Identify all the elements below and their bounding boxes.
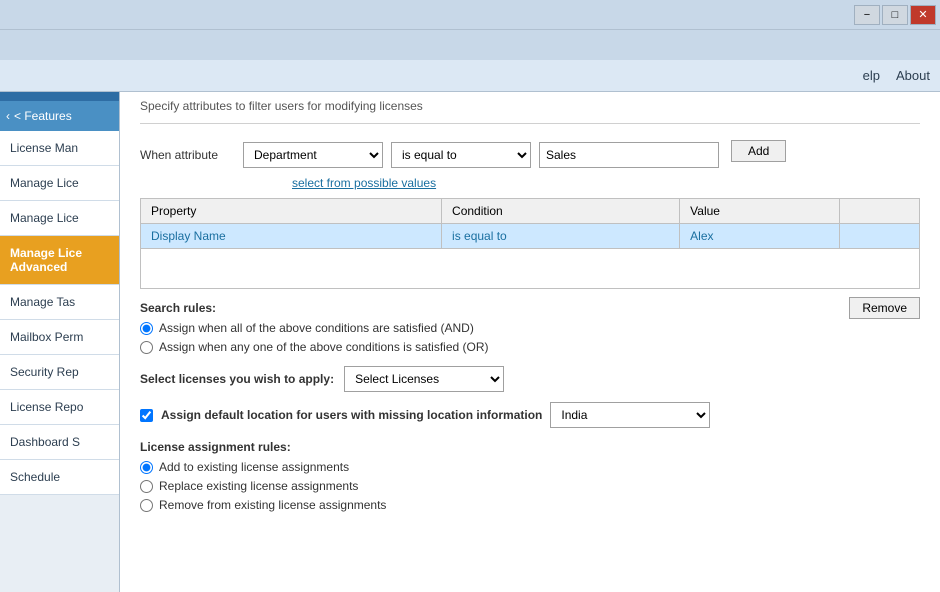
radio-replace[interactable] xyxy=(140,480,153,493)
location-checkbox[interactable] xyxy=(140,409,153,422)
title-bar: − □ ✕ xyxy=(0,0,940,30)
radio-or-label: Assign when any one of the above conditi… xyxy=(159,340,489,354)
features-button[interactable]: ‹ < Features xyxy=(0,101,119,131)
location-select[interactable]: India United States United Kingdom Germa… xyxy=(550,402,710,428)
attribute-row: When attribute Department Display Name C… xyxy=(140,140,920,170)
dialog-content: Search Attributes Specify attributes to … xyxy=(120,62,940,592)
license-row: Select licenses you wish to apply: Selec… xyxy=(140,366,920,392)
table-empty-row xyxy=(141,249,920,289)
radio-remove-existing[interactable] xyxy=(140,499,153,512)
radio-or[interactable] xyxy=(140,341,153,354)
location-checkbox-row: Assign default location for users with m… xyxy=(140,402,920,428)
add-button[interactable]: Add xyxy=(731,140,786,162)
radio-replace-label: Replace existing license assignments xyxy=(159,479,358,493)
radio-add-row: Add to existing license assignments xyxy=(140,460,920,474)
cell-extra xyxy=(840,224,920,249)
license-select[interactable]: Select Licenses xyxy=(344,366,504,392)
location-checkbox-label: Assign default location for users with m… xyxy=(161,408,542,422)
minimize-button[interactable]: − xyxy=(854,5,880,25)
radio-and-label: Assign when all of the above conditions … xyxy=(159,321,474,335)
restore-button[interactable]: □ xyxy=(882,5,908,25)
main-layout: Exchange Onlin ‹ < Features License Man … xyxy=(0,62,940,592)
value-input[interactable] xyxy=(539,142,719,168)
sidebar-item-manage-tas[interactable]: Manage Tas xyxy=(0,285,119,320)
sidebar-item-license-man[interactable]: License Man xyxy=(0,131,119,166)
close-button[interactable]: ✕ xyxy=(910,5,936,25)
col-condition: Condition xyxy=(442,199,680,224)
table-row[interactable]: Display Name is equal to Alex xyxy=(141,224,920,249)
when-attribute-label: When attribute xyxy=(140,148,235,162)
col-property: Property xyxy=(141,199,442,224)
table-container: Property Condition Value Display Name is… xyxy=(140,198,920,289)
nav-help[interactable]: elp xyxy=(863,68,880,83)
remove-button[interactable]: Remove xyxy=(849,297,920,319)
select-licenses-label: Select licenses you wish to apply: xyxy=(140,372,334,386)
sidebar-item-dashboard-s[interactable]: Dashboard S xyxy=(0,425,119,460)
cell-condition: is equal to xyxy=(442,224,680,249)
radio-or-row: Assign when any one of the above conditi… xyxy=(140,340,920,354)
empty-cell xyxy=(141,249,920,289)
condition-select[interactable]: is equal to is not equal to starts with … xyxy=(391,142,531,168)
nav-about[interactable]: About xyxy=(896,68,930,83)
cell-value: Alex xyxy=(680,224,840,249)
dialog-subtitle: Specify attributes to filter users for m… xyxy=(140,99,920,124)
cell-property: Display Name xyxy=(141,224,442,249)
radio-remove-label: Remove from existing license assignments xyxy=(159,498,386,512)
col-extra xyxy=(840,199,920,224)
radio-and[interactable] xyxy=(140,322,153,335)
sidebar: Exchange Onlin ‹ < Features License Man … xyxy=(0,62,120,592)
search-rules-label: Search rules: xyxy=(140,301,920,315)
attribute-select[interactable]: Department Display Name Country City Job… xyxy=(243,142,383,168)
sidebar-item-security-rep[interactable]: Security Rep xyxy=(0,355,119,390)
sidebar-item-license-repo[interactable]: License Repo xyxy=(0,390,119,425)
features-label: < Features xyxy=(14,109,72,123)
sidebar-item-manage-lice-1[interactable]: Manage Lice xyxy=(0,166,119,201)
radio-remove-row: Remove from existing license assignments xyxy=(140,498,920,512)
title-bar-buttons: − □ ✕ xyxy=(854,5,936,25)
sidebar-item-schedule[interactable]: Schedule xyxy=(0,460,119,495)
sidebar-item-manage-lice-2[interactable]: Manage Lice xyxy=(0,201,119,236)
radio-add-label: Add to existing license assignments xyxy=(159,460,349,474)
assignment-rules-label: License assignment rules: xyxy=(140,440,920,454)
col-value: Value xyxy=(680,199,840,224)
radio-and-row: Assign when all of the above conditions … xyxy=(140,321,849,335)
sidebar-item-manage-lice-advanced[interactable]: Manage LiceAdvanced xyxy=(0,236,119,285)
sidebar-item-mailbox-perm[interactable]: Mailbox Perm xyxy=(0,320,119,355)
radio-replace-row: Replace existing license assignments xyxy=(140,479,920,493)
attributes-table: Property Condition Value Display Name is… xyxy=(140,198,920,289)
top-nav: elp About xyxy=(0,60,940,92)
radio-add[interactable] xyxy=(140,461,153,474)
select-possible-values-link[interactable]: select from possible values xyxy=(292,176,920,190)
chevron-left-icon: ‹ xyxy=(6,109,10,123)
